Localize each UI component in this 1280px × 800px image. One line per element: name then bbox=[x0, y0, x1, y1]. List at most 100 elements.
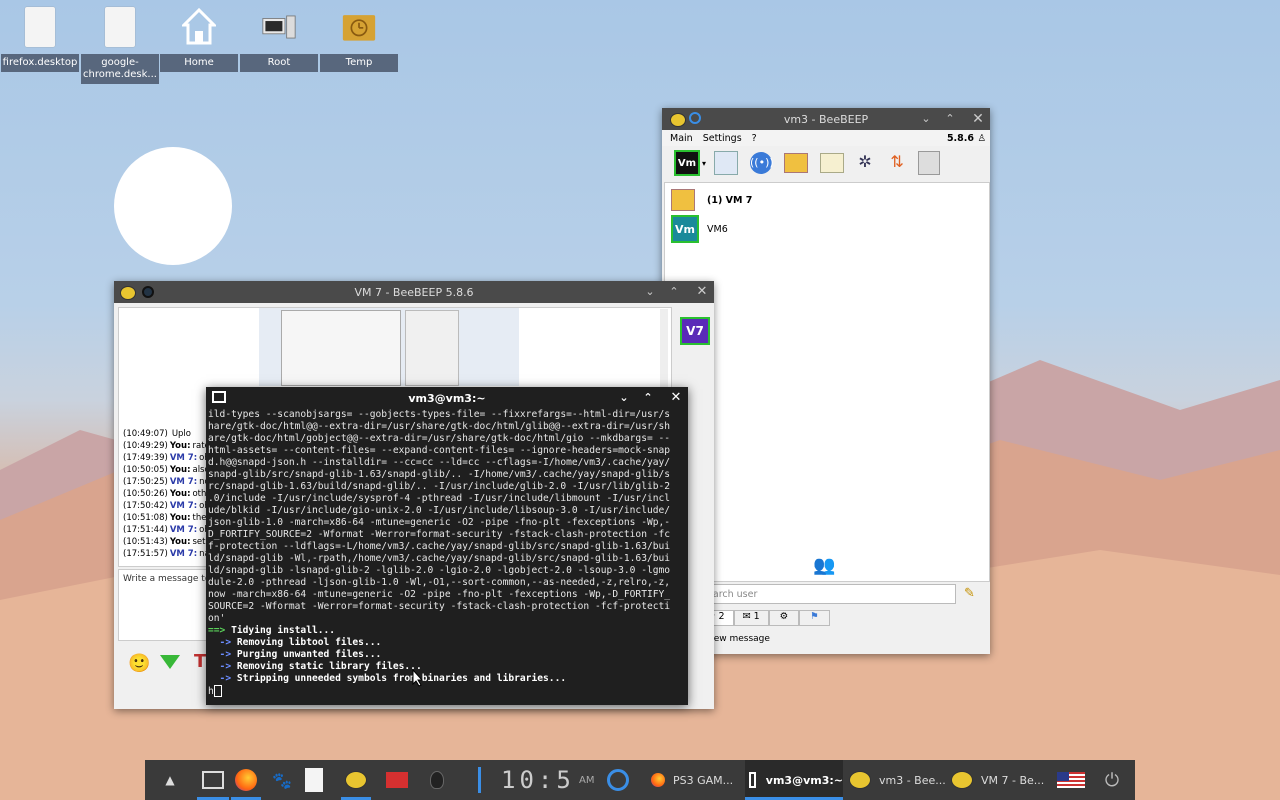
terminal-prompt[interactable]: h bbox=[208, 685, 686, 698]
message-time: (17:51:44) bbox=[123, 525, 168, 535]
text-format-icon[interactable]: T bbox=[194, 651, 206, 672]
maximize-button[interactable]: ⌃ bbox=[640, 390, 656, 406]
clock: 10:5 bbox=[501, 766, 575, 794]
desktop-icon-root[interactable]: Root bbox=[240, 4, 318, 74]
tools-icon[interactable]: ✲ bbox=[854, 152, 876, 174]
titlebar: VM 7 - BeeBEEP 5.8.6 ⌄ ⌃ ✕ bbox=[114, 281, 714, 303]
beebeep-icon bbox=[951, 771, 973, 789]
task-label: vm3@vm3:~ bbox=[765, 773, 843, 787]
terminal-icon bbox=[212, 391, 226, 403]
mail-icon bbox=[386, 772, 408, 788]
user-name: VM6 bbox=[707, 223, 728, 235]
launcher-bulb[interactable] bbox=[425, 760, 449, 800]
launcher-beebeep[interactable] bbox=[341, 760, 371, 800]
titlebar: vm3@vm3:~ ⌄ ⌃ ✕ bbox=[206, 387, 688, 409]
maximize-button[interactable]: ⌃ bbox=[942, 111, 958, 127]
close-button[interactable]: ✕ bbox=[970, 111, 986, 127]
launcher-gimp[interactable]: 🐾 bbox=[267, 760, 297, 800]
minimize-button[interactable]: ⌄ bbox=[642, 284, 658, 300]
app-menu-button[interactable] bbox=[603, 760, 633, 800]
envelope-icon[interactable] bbox=[784, 153, 809, 173]
message-time: (17:49:39) bbox=[123, 453, 168, 463]
task-beebeep-main[interactable]: vm3 - Bee... bbox=[849, 760, 949, 800]
beebeep-icon bbox=[120, 286, 136, 300]
message-time: (10:50:05) bbox=[123, 465, 168, 475]
tab-files[interactable]: ⚑ bbox=[799, 610, 830, 626]
message-author: VM 7: bbox=[169, 501, 198, 511]
status-bar: new message bbox=[708, 634, 770, 644]
wallpaper-sun bbox=[114, 147, 232, 265]
desktop-icon-label: Temp bbox=[320, 54, 398, 72]
power-icon: ⏻ bbox=[1104, 769, 1120, 791]
message-author: You: bbox=[169, 465, 191, 475]
transfer-icon[interactable]: ⇅ bbox=[886, 152, 908, 174]
menu-help[interactable]: ? bbox=[752, 133, 757, 144]
user-list-item[interactable]: (1) VM 7 bbox=[671, 187, 971, 213]
tab-groups[interactable]: ⚙ bbox=[768, 610, 800, 626]
edit-profile-icon[interactable] bbox=[714, 151, 739, 175]
terminal-line: ild-types --scanobjsargs= --gobjects-typ… bbox=[208, 409, 671, 420]
message-time: (10:49:29) bbox=[123, 441, 168, 451]
volume-slider[interactable] bbox=[471, 760, 487, 800]
trash-icon[interactable] bbox=[918, 151, 941, 175]
menu-settings[interactable]: Settings bbox=[703, 133, 742, 144]
chevron-down-icon[interactable]: ▾ bbox=[702, 159, 706, 168]
show-desktop-button[interactable]: ▲ bbox=[159, 760, 181, 800]
terminal-output[interactable]: ild-types --scanobjsargs= --gobjects-typ… bbox=[208, 409, 686, 703]
tab-bar: ★ 2 ✉ 1 ⚙ ⚑ bbox=[698, 610, 830, 626]
user-list-item[interactable]: Vm VM6 bbox=[671, 215, 971, 243]
desktop-icon-home[interactable]: Home bbox=[160, 4, 238, 74]
launcher-terminal[interactable] bbox=[197, 760, 229, 800]
tab-chats[interactable]: ✉ 1 bbox=[733, 610, 769, 626]
status-ring-icon bbox=[142, 286, 154, 298]
terminal-step: -> Removing libtool files... bbox=[208, 637, 382, 648]
launcher-mail[interactable] bbox=[383, 760, 411, 800]
message-author: You: bbox=[169, 513, 191, 523]
menu-bar: Main Settings ? 5.8.6 ♙ bbox=[662, 130, 990, 146]
maximize-button[interactable]: ⌃ bbox=[666, 284, 682, 300]
terminal-line: .0/include -I/usr/include/sysprof-4 -pth… bbox=[208, 493, 671, 504]
shared-screenshot-thumbnail[interactable] bbox=[259, 308, 519, 386]
user-name: (1) VM 7 bbox=[707, 194, 753, 206]
window-title: VM 7 - BeeBEEP 5.8.6 bbox=[354, 285, 474, 299]
desktop-icon-chrome[interactable]: google-chrome.desk... bbox=[81, 4, 159, 84]
home-icon bbox=[182, 6, 216, 48]
terminal-line: ld/snapd-glib -Wl,-rpath,/home/vm3/.cach… bbox=[208, 553, 671, 564]
minimize-button[interactable]: ⌄ bbox=[918, 111, 934, 127]
task-beebeep-vm7[interactable]: VM 7 - Be... bbox=[951, 760, 1051, 800]
search-input[interactable]: Search user bbox=[696, 584, 956, 604]
close-button[interactable]: ✕ bbox=[668, 390, 684, 406]
launcher-document[interactable] bbox=[301, 760, 327, 800]
task-terminal[interactable]: vm3@vm3:~ bbox=[745, 760, 843, 800]
send-file-icon[interactable] bbox=[160, 655, 180, 669]
message-time: (17:51:57) bbox=[123, 549, 168, 559]
lightbulb-icon bbox=[430, 771, 444, 789]
launcher-firefox[interactable] bbox=[231, 760, 261, 800]
us-flag-icon bbox=[1057, 772, 1085, 788]
member-avatar[interactable]: V7 bbox=[680, 317, 710, 345]
terminal-window: vm3@vm3:~ ⌄ ⌃ ✕ ild-types --scanobjsargs… bbox=[206, 387, 688, 705]
keyboard-layout-button[interactable] bbox=[1055, 760, 1087, 800]
message-text: Uplo bbox=[171, 429, 191, 439]
smiley-icon[interactable]: 🙂 bbox=[128, 653, 150, 674]
titlebar: vm3 - BeeBEEP ⌄ ⌃ ✕ bbox=[662, 108, 990, 130]
compose-icon[interactable] bbox=[820, 153, 845, 173]
close-button[interactable]: ✕ bbox=[694, 284, 710, 300]
minimize-button[interactable]: ⌄ bbox=[616, 390, 632, 406]
desktop-icon-firefox[interactable]: firefox.desktop bbox=[1, 4, 79, 74]
power-button[interactable]: ⏻ bbox=[1099, 760, 1125, 800]
broom-icon[interactable]: ✎ bbox=[964, 586, 975, 601]
network-icon[interactable]: ((•)) bbox=[750, 152, 774, 174]
desktop-icon-temp[interactable]: Temp bbox=[320, 4, 398, 74]
beebeep-icon bbox=[345, 771, 367, 789]
vm-avatar-button[interactable]: Vm bbox=[674, 150, 700, 176]
version-label: 5.8.6 bbox=[946, 132, 974, 144]
terminal-line: hare/gtk-doc/html@@--extra-dir=/usr/shar… bbox=[208, 421, 671, 432]
terminal-icon bbox=[202, 771, 224, 789]
task-label: vm3 - Bee... bbox=[879, 773, 946, 787]
task-firefox[interactable]: PS3 GAM... bbox=[651, 760, 747, 800]
folder-clock-icon bbox=[342, 6, 376, 48]
terminal-icon bbox=[749, 772, 756, 788]
menu-main[interactable]: Main bbox=[670, 133, 693, 144]
envelope-icon bbox=[671, 189, 695, 211]
